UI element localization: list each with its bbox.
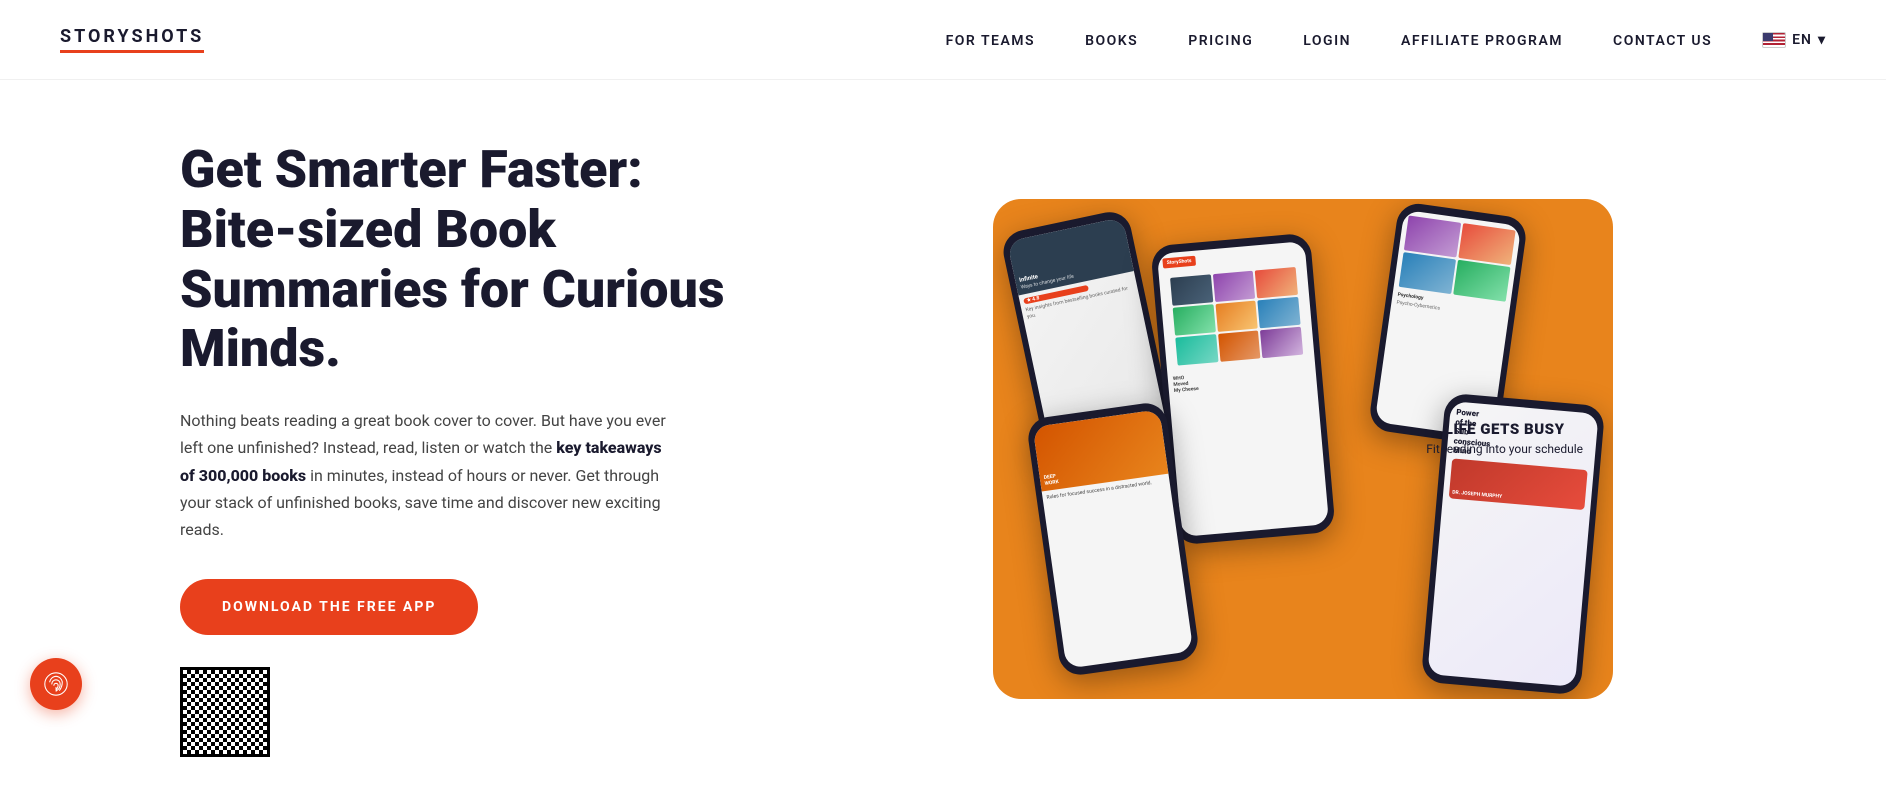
nav-link-affiliate[interactable]: AFFILIATE PROGRAM bbox=[1401, 33, 1563, 49]
qr-code bbox=[180, 667, 270, 757]
navbar: STORYSHOTS FOR TEAMS BOOKS PRICING LOGIN… bbox=[0, 0, 1886, 80]
fingerprint-icon bbox=[42, 670, 70, 698]
phone-screen-2: StoryShots bbox=[1157, 241, 1329, 537]
fingerprint-button[interactable] bbox=[30, 658, 82, 710]
nav-item-books[interactable]: BOOKS bbox=[1085, 30, 1138, 49]
nav-link-contact[interactable]: CONTACT US bbox=[1613, 33, 1712, 49]
hero-content: Get Smarter Faster: Bite-sized Book Summ… bbox=[180, 140, 760, 757]
nav-links: FOR TEAMS BOOKS PRICING LOGIN AFFILIATE … bbox=[946, 30, 1713, 49]
logo-wrap[interactable]: STORYSHOTS bbox=[60, 26, 204, 53]
nav-item-contact[interactable]: CONTACT US bbox=[1613, 30, 1712, 49]
nav-link-pricing[interactable]: PRICING bbox=[1188, 33, 1253, 49]
phone-screen-4: DEEPWORK Rules for focused success in a … bbox=[1033, 409, 1194, 668]
logo[interactable]: STORYSHOTS bbox=[60, 26, 204, 53]
nav-link-login[interactable]: LOGIN bbox=[1303, 33, 1351, 49]
nav-item-login[interactable]: LOGIN bbox=[1303, 30, 1351, 49]
life-gets-busy-subtitle: Fit reading into your schedule bbox=[1426, 442, 1583, 456]
nav-item-for-teams[interactable]: FOR TEAMS bbox=[946, 30, 1036, 49]
nav-item-pricing[interactable]: PRICING bbox=[1188, 30, 1253, 49]
chevron-down-icon: ▾ bbox=[1818, 32, 1826, 48]
download-app-button[interactable]: DOWNLOAD THE FREE APP bbox=[180, 579, 478, 635]
hero-orange-card: InfiniteWays to change your life ★ 4.8 K… bbox=[993, 199, 1613, 699]
life-gets-busy-title: LIFE GETS BUSY bbox=[1426, 420, 1583, 438]
nav-link-books[interactable]: BOOKS bbox=[1085, 33, 1138, 49]
life-gets-busy-text: LIFE GETS BUSY Fit reading into your sch… bbox=[1426, 420, 1583, 456]
hero-section: Get Smarter Faster: Bite-sized Book Summ… bbox=[0, 80, 1886, 797]
qr-code-wrap bbox=[180, 667, 270, 757]
nav-link-for-teams[interactable]: FOR TEAMS bbox=[946, 33, 1036, 49]
language-label: EN bbox=[1792, 32, 1812, 48]
hero-title: Get Smarter Faster: Bite-sized Book Summ… bbox=[180, 140, 760, 379]
hero-description: Nothing beats reading a great book cover… bbox=[180, 407, 680, 543]
hero-image-wrap: InfiniteWays to change your life ★ 4.8 K… bbox=[820, 199, 1786, 699]
language-selector[interactable]: EN ▾ bbox=[1762, 32, 1826, 48]
us-flag-icon bbox=[1762, 32, 1786, 48]
nav-item-affiliate[interactable]: AFFILIATE PROGRAM bbox=[1401, 30, 1563, 49]
